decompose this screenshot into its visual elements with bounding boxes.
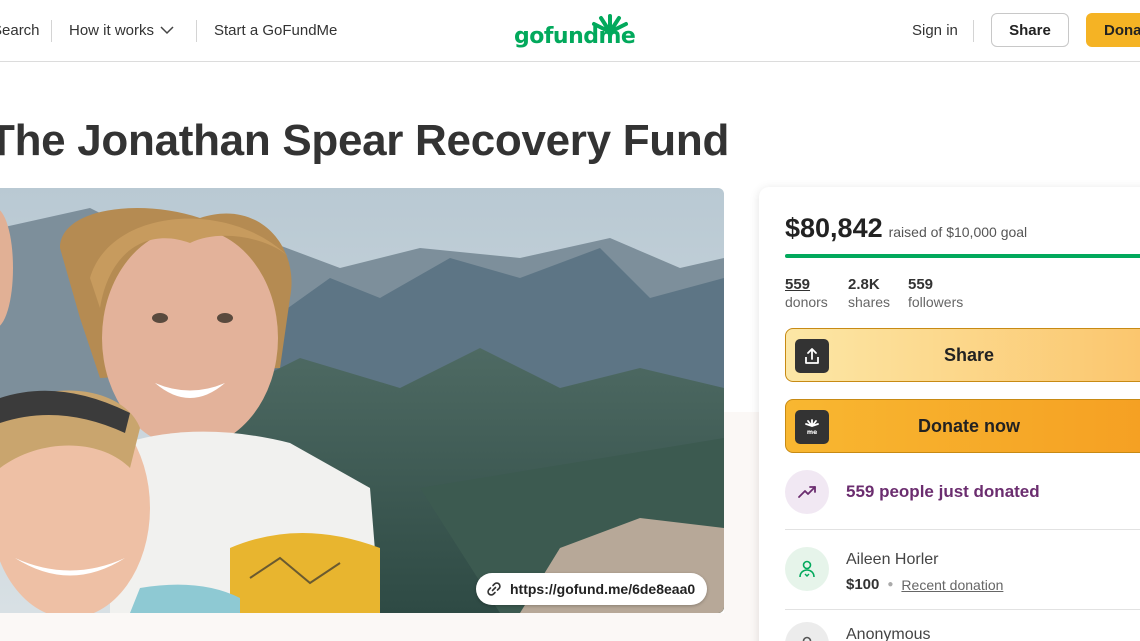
donor-heart-icon — [785, 547, 829, 591]
start-gofundme-link[interactable]: Start a GoFundMe — [214, 22, 337, 39]
donors-label: donors — [785, 294, 828, 310]
nav-divider — [51, 20, 52, 42]
recent-donor-name: Aileen Horler — [846, 551, 939, 568]
sign-in-link[interactable]: Sign in — [912, 22, 958, 39]
share-button-label: Share — [944, 345, 995, 365]
gofundme-logo-icon: me — [795, 410, 829, 444]
progress-bar-fill — [785, 254, 1140, 258]
donate-now-label: Donate now — [918, 416, 1020, 436]
recent-donation-details: $100 ● Recent donation — [846, 576, 1003, 593]
donors-stat[interactable]: 559 donors — [785, 276, 828, 310]
shares-count: 2.8K — [848, 276, 880, 293]
nav-divider — [196, 20, 197, 42]
page-title: The Jonathan Spear Recovery Fund — [0, 116, 730, 165]
shares-stat: 2.8K shares — [848, 276, 890, 310]
recent-donations-trend: 559 people just donated — [846, 482, 1040, 501]
followers-stat: 559 followers — [908, 276, 963, 310]
top-navigation-bar: Search How it works Start a GoFundMe gof… — [0, 0, 1140, 62]
followers-label: followers — [908, 294, 964, 310]
nav-divider — [973, 20, 974, 42]
campaign-hero-photo[interactable] — [0, 188, 724, 613]
raised-amount: $80,842 — [785, 213, 883, 243]
how-it-works-menu[interactable]: How it works — [69, 22, 174, 39]
link-icon — [487, 582, 501, 596]
donors-count: 559 — [785, 276, 811, 293]
followers-count: 559 — [908, 276, 934, 293]
short-link-text: https://gofund.me/6de8eaa0 — [510, 581, 696, 597]
logo-sunburst-icon — [592, 14, 628, 34]
recent-donation-amount: $100 — [846, 576, 880, 593]
hero-photo-illustration — [0, 188, 724, 613]
search-link[interactable]: Search — [0, 22, 40, 39]
share-upload-icon — [795, 339, 829, 373]
short-link-chip[interactable]: https://gofund.me/6de8eaa0 — [476, 573, 708, 605]
header-donate-button[interactable]: Donate — [1086, 13, 1140, 47]
shares-label: shares — [848, 294, 891, 310]
amount-raised-summary: $80,842 raised of $10,000 goal — [785, 213, 1027, 244]
recent-donation-link[interactable]: Recent donation — [901, 577, 1003, 593]
separator-dot: ● — [887, 579, 894, 590]
donate-now-button[interactable]: me Donate now — [785, 399, 1140, 453]
page-background — [0, 613, 760, 641]
trending-up-icon — [785, 470, 829, 514]
chevron-down-icon — [160, 26, 174, 35]
how-it-works-label: How it works — [69, 22, 155, 39]
progress-bar — [785, 254, 1140, 258]
anonymous-donor-name: Anonymous — [846, 626, 931, 641]
header-share-button[interactable]: Share — [991, 13, 1069, 47]
raised-goal-text: raised of $10,000 goal — [888, 224, 1028, 240]
page-background — [724, 412, 760, 641]
svg-text:me: me — [807, 429, 817, 436]
gofundme-logo[interactable]: gofundme — [514, 12, 636, 50]
donation-list-divider — [785, 529, 1140, 530]
share-button[interactable]: Share — [785, 328, 1140, 382]
donation-list-divider — [785, 609, 1140, 610]
